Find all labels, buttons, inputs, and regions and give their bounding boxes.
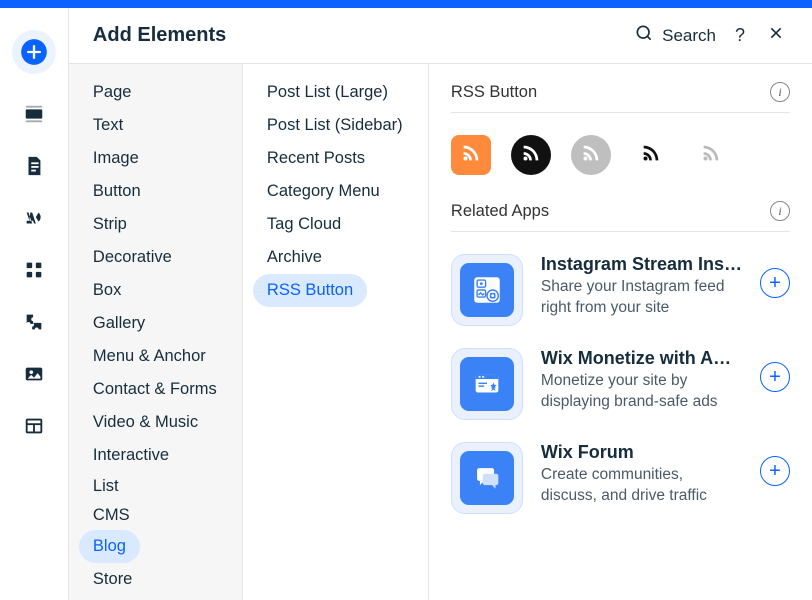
rss-icon xyxy=(520,142,542,169)
info-icon[interactable]: i xyxy=(770,201,790,221)
plus-icon: + xyxy=(769,461,781,481)
related-app-item[interactable]: Wix ForumCreate communities, discuss, an… xyxy=(451,442,790,514)
category-item[interactable]: Button xyxy=(79,175,155,208)
rss-icon xyxy=(580,142,602,169)
panel-header: Add Elements Search ? xyxy=(69,8,812,64)
category-item[interactable]: Blog xyxy=(79,530,140,563)
subcategory-list: Post List (Large)Post List (Sidebar)Rece… xyxy=(243,64,429,600)
rss-variant-orange[interactable] xyxy=(451,135,491,175)
app-title: Wix Monetize with A… xyxy=(541,348,742,369)
search-icon xyxy=(634,23,654,48)
related-app-item[interactable]: Wix Monetize with A…Monetize your site b… xyxy=(451,348,790,420)
close-icon xyxy=(768,25,784,46)
category-item[interactable]: Store xyxy=(79,563,146,596)
category-item[interactable]: List xyxy=(79,472,133,501)
page-icon[interactable] xyxy=(22,154,46,178)
category-item[interactable]: Menu & Anchor xyxy=(79,340,220,373)
plugins-icon[interactable] xyxy=(22,310,46,334)
category-item[interactable]: Box xyxy=(79,274,135,307)
app-icon xyxy=(451,348,523,420)
layout-icon[interactable] xyxy=(22,414,46,438)
rss-section-title: RSS Button xyxy=(451,83,537,102)
subcategory-item[interactable]: RSS Button xyxy=(253,274,367,307)
subcategory-item[interactable]: Post List (Large) xyxy=(253,76,402,109)
category-item[interactable]: CMS xyxy=(79,501,144,530)
detail-pane: RSS Button i Related Apps i Instagram St… xyxy=(429,64,812,600)
rss-variant-gray[interactable] xyxy=(571,135,611,175)
theme-icon[interactable] xyxy=(22,206,46,230)
rss-variant-black[interactable] xyxy=(511,135,551,175)
subcategory-item[interactable]: Post List (Sidebar) xyxy=(253,109,417,142)
category-item[interactable]: Strip xyxy=(79,208,141,241)
app-icon xyxy=(451,254,523,326)
category-list: PageTextImageButtonStripDecorativeBoxGal… xyxy=(69,64,243,600)
app-description: Share your Instagram feed right from you… xyxy=(541,277,742,319)
search-label: Search xyxy=(662,26,716,46)
panel-title: Add Elements xyxy=(93,24,226,47)
help-button[interactable]: ? xyxy=(728,24,752,48)
add-app-button[interactable]: + xyxy=(760,268,790,298)
search-button[interactable]: Search xyxy=(634,23,716,48)
plus-icon: + xyxy=(769,273,781,293)
related-apps-title: Related Apps xyxy=(451,202,549,221)
category-item[interactable]: Page xyxy=(79,76,146,109)
app-icon xyxy=(451,442,523,514)
related-app-item[interactable]: Instagram Stream Ins…Share your Instagra… xyxy=(451,254,790,326)
close-button[interactable] xyxy=(764,24,788,48)
rss-icon xyxy=(640,142,662,169)
left-rail xyxy=(0,8,68,600)
media-icon[interactable] xyxy=(22,362,46,386)
category-item[interactable]: Contact & Forms xyxy=(79,373,231,406)
app-description: Create communities, discuss, and drive t… xyxy=(541,465,742,507)
related-apps-list: Instagram Stream Ins…Share your Instagra… xyxy=(451,232,790,514)
subcategory-item[interactable]: Tag Cloud xyxy=(253,208,355,241)
add-app-button[interactable]: + xyxy=(760,362,790,392)
category-item[interactable]: Gallery xyxy=(79,307,159,340)
rss-variant-outline-black[interactable] xyxy=(631,135,671,175)
add-icon[interactable] xyxy=(12,30,56,74)
rss-icon xyxy=(700,142,722,169)
rss-icon xyxy=(460,142,482,169)
subcategory-item[interactable]: Category Menu xyxy=(253,175,394,208)
subcategory-item[interactable]: Archive xyxy=(253,241,336,274)
app-title: Wix Forum xyxy=(541,442,742,463)
category-item[interactable]: Video & Music xyxy=(79,406,212,439)
category-item[interactable]: Interactive xyxy=(79,439,183,472)
subcategory-item[interactable]: Recent Posts xyxy=(253,142,379,175)
category-item[interactable]: Text xyxy=(79,109,137,142)
rss-variant-outline-gray[interactable] xyxy=(691,135,731,175)
app-description: Monetize your site by displaying brand-s… xyxy=(541,371,742,413)
apps-icon[interactable] xyxy=(22,258,46,282)
plus-icon: + xyxy=(769,367,781,387)
category-item[interactable]: Decorative xyxy=(79,241,186,274)
category-item[interactable]: Image xyxy=(79,142,153,175)
rss-variant-row xyxy=(451,113,790,201)
app-title: Instagram Stream Ins… xyxy=(541,254,742,275)
add-app-button[interactable]: + xyxy=(760,456,790,486)
section-icon[interactable] xyxy=(22,102,46,126)
info-icon[interactable]: i xyxy=(770,82,790,102)
top-accent-bar xyxy=(0,0,812,8)
